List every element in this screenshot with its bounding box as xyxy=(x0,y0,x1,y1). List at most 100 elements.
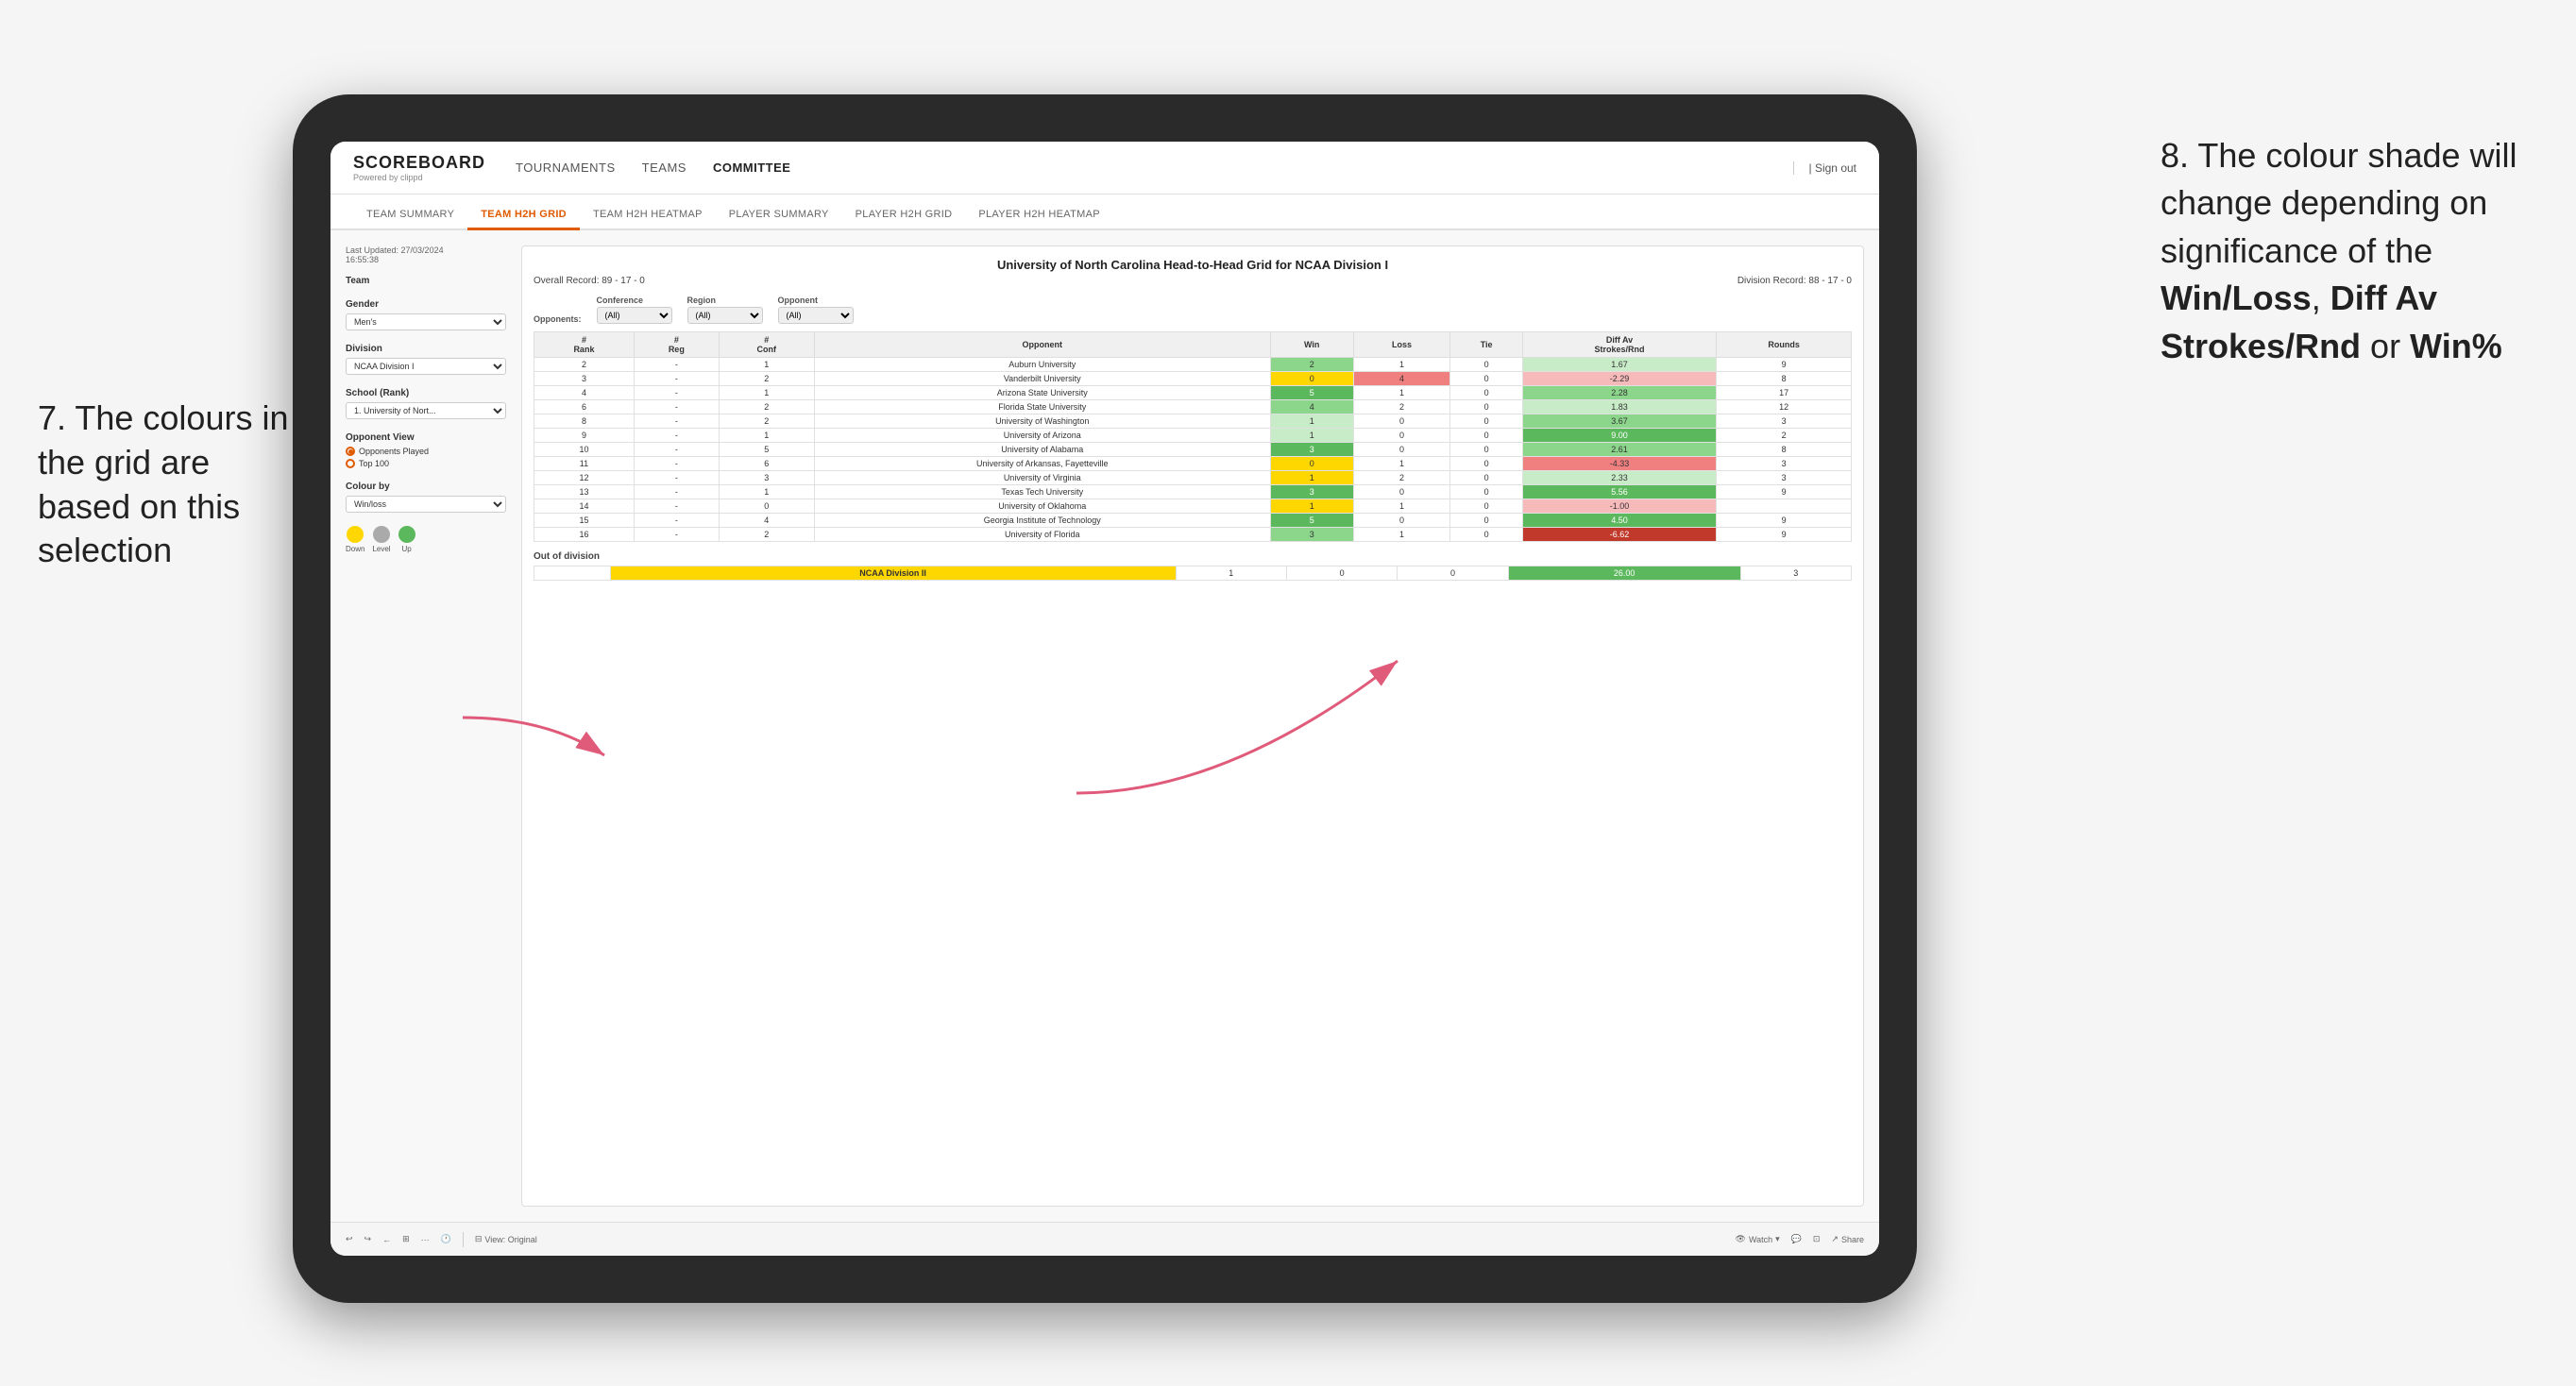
grid-title: University of North Carolina Head-to-Hea… xyxy=(534,258,1852,272)
col-tie: Tie xyxy=(1450,332,1522,358)
table-row: 16 - 2 University of Florida 3 1 0 -6.62… xyxy=(534,528,1852,542)
school-label: School (Rank) xyxy=(346,388,506,398)
col-reg: #Reg xyxy=(634,332,719,358)
data-table: #Rank #Reg #Conf Opponent Win Loss Tie D… xyxy=(534,331,1852,542)
page-wrapper: 7. The colours in the grid are based on … xyxy=(0,0,2576,1386)
logo-area: SCOREBOARD Powered by clippd xyxy=(353,153,485,182)
division-record: Division Record: 88 - 17 - 0 xyxy=(1737,276,1852,286)
table-row: 2 - 1 Auburn University 2 1 0 1.67 9 xyxy=(534,358,1852,372)
main-content: Last Updated: 27/03/2024 16:55:38 Team G… xyxy=(330,230,1879,1222)
view-icon: ⊟ xyxy=(475,1234,483,1244)
legend-level: Level xyxy=(372,526,390,553)
overall-record: Overall Record: 89 - 17 - 0 xyxy=(534,276,645,286)
grid-records: Overall Record: 89 - 17 - 0 Division Rec… xyxy=(534,276,1852,286)
comment-button[interactable]: 💬 xyxy=(1791,1234,1802,1244)
radio-dot-empty xyxy=(346,459,355,468)
tab-team-h2h-grid[interactable]: TEAM H2H GRID xyxy=(467,201,580,230)
col-loss: Loss xyxy=(1353,332,1450,358)
filters-row: Opponents: Conference (All) Region (All) xyxy=(534,296,1852,324)
out-of-division-label: Out of division xyxy=(534,551,1852,562)
sidebar-colour-by-section: Colour by Win/loss xyxy=(346,482,506,513)
team-label: Team xyxy=(346,276,506,286)
col-rounds: Rounds xyxy=(1717,332,1852,358)
sidebar: Last Updated: 27/03/2024 16:55:38 Team G… xyxy=(346,245,506,1207)
table-row: 9 - 1 University of Arizona 1 0 0 9.00 2 xyxy=(534,429,1852,443)
legend-row: Down Level Up xyxy=(346,526,506,553)
sidebar-school-section: School (Rank) 1. University of Nort... xyxy=(346,388,506,419)
sub-nav: TEAM SUMMARY TEAM H2H GRID TEAM H2H HEAT… xyxy=(330,194,1879,230)
filter-opponents: Opponents: xyxy=(534,314,582,324)
radio-group: Opponents Played Top 100 xyxy=(346,447,506,468)
out-of-division-table: NCAA Division II 1 0 0 26.00 3 xyxy=(534,566,1852,581)
table-row: 10 - 5 University of Alabama 3 0 0 2.61 … xyxy=(534,443,1852,457)
filter-region: Region (All) xyxy=(687,296,763,324)
logo-sub: Powered by clippd xyxy=(353,173,485,182)
tab-player-h2h-heatmap[interactable]: PLAYER H2H HEATMAP xyxy=(965,201,1112,230)
sign-out[interactable]: | Sign out xyxy=(1793,161,1856,175)
col-opponent: Opponent xyxy=(814,332,1270,358)
last-updated: Last Updated: 27/03/2024 16:55:38 xyxy=(346,245,506,264)
opponent-view-label: Opponent View xyxy=(346,432,506,443)
table-row: 13 - 1 Texas Tech University 3 0 0 5.56 … xyxy=(534,485,1852,499)
sidebar-team-section: Team xyxy=(346,276,506,286)
table-row: 6 - 2 Florida State University 4 2 0 1.8… xyxy=(534,400,1852,414)
division-label: Division xyxy=(346,344,506,354)
nav-items: TOURNAMENTS TEAMS COMMITTEE xyxy=(516,161,1793,175)
clock-button[interactable]: 🕐 xyxy=(441,1234,451,1244)
nav-item-teams[interactable]: TEAMS xyxy=(642,161,686,175)
toolbar-separator xyxy=(463,1232,464,1247)
nav-item-committee[interactable]: COMMITTEE xyxy=(713,161,791,175)
present-button[interactable]: ⊡ xyxy=(1813,1234,1821,1244)
table-row: 3 - 2 Vanderbilt University 0 4 0 -2.29 … xyxy=(534,372,1852,386)
tab-team-summary[interactable]: TEAM SUMMARY xyxy=(353,201,467,230)
school-select[interactable]: 1. University of Nort... xyxy=(346,402,506,419)
table-row: 4 - 1 Arizona State University 5 1 0 2.2… xyxy=(534,386,1852,400)
legend-down: Down xyxy=(346,526,364,553)
more-button[interactable]: ··· xyxy=(421,1235,430,1244)
bottom-toolbar: ↩ ↪ ← ⊞ ··· 🕐 ⊟ View: Original 👁 Watch ▾… xyxy=(330,1222,1879,1256)
copy-button[interactable]: ⊞ xyxy=(402,1234,410,1244)
col-win: Win xyxy=(1270,332,1353,358)
tablet-screen: SCOREBOARD Powered by clippd TOURNAMENTS… xyxy=(330,142,1879,1256)
table-row: 12 - 3 University of Virginia 1 2 0 2.33… xyxy=(534,471,1852,485)
radio-top-100[interactable]: Top 100 xyxy=(346,459,506,468)
col-diff: Diff AvStrokes/Rnd xyxy=(1522,332,1716,358)
sidebar-division-section: Division NCAA Division I xyxy=(346,344,506,375)
opponent-select[interactable]: (All) xyxy=(778,307,854,324)
tab-team-h2h-heatmap[interactable]: TEAM H2H HEATMAP xyxy=(580,201,716,230)
undo-button[interactable]: ↩ xyxy=(346,1234,353,1244)
logo-text: SCOREBOARD xyxy=(353,153,485,173)
filter-conference: Conference (All) xyxy=(597,296,672,324)
filter-opponent: Opponent (All) xyxy=(778,296,854,324)
conference-select[interactable]: (All) xyxy=(597,307,672,324)
annotation-left: 7. The colours in the grid are based on … xyxy=(38,397,302,573)
sidebar-gender-section: Gender Men's xyxy=(346,299,506,330)
tab-player-h2h-grid[interactable]: PLAYER H2H GRID xyxy=(842,201,966,230)
back-button[interactable]: ← xyxy=(382,1235,391,1244)
legend-dot-level xyxy=(373,526,390,543)
annotation-right: 8. The colour shade will change dependin… xyxy=(2161,132,2519,370)
legend-dot-down xyxy=(347,526,364,543)
table-row: 8 - 2 University of Washington 1 0 0 3.6… xyxy=(534,414,1852,429)
share-button[interactable]: ↗ Share xyxy=(1831,1234,1864,1244)
table-row: 14 - 0 University of Oklahoma 1 1 0 -1.0… xyxy=(534,499,1852,514)
col-conf: #Conf xyxy=(719,332,814,358)
colour-by-select[interactable]: Win/loss xyxy=(346,496,506,513)
nav-item-tournaments[interactable]: TOURNAMENTS xyxy=(516,161,616,175)
sidebar-opponent-view-section: Opponent View Opponents Played Top 100 xyxy=(346,432,506,468)
region-select[interactable]: (All) xyxy=(687,307,763,324)
top-nav: SCOREBOARD Powered by clippd TOURNAMENTS… xyxy=(330,142,1879,194)
gender-label: Gender xyxy=(346,299,506,310)
legend-dot-up xyxy=(398,526,415,543)
gender-select[interactable]: Men's xyxy=(346,313,506,330)
watch-button[interactable]: 👁 Watch ▾ xyxy=(1736,1234,1780,1244)
legend-up: Up xyxy=(398,526,415,553)
table-row: 11 - 6 University of Arkansas, Fayettevi… xyxy=(534,457,1852,471)
grid-area: University of North Carolina Head-to-Hea… xyxy=(521,245,1864,1207)
radio-dot-filled xyxy=(346,447,355,456)
tab-player-summary[interactable]: PLAYER SUMMARY xyxy=(716,201,842,230)
view-original-button[interactable]: ⊟ View: Original xyxy=(475,1234,537,1244)
redo-button[interactable]: ↪ xyxy=(364,1234,372,1244)
division-select[interactable]: NCAA Division I xyxy=(346,358,506,375)
radio-opponents-played[interactable]: Opponents Played xyxy=(346,447,506,456)
